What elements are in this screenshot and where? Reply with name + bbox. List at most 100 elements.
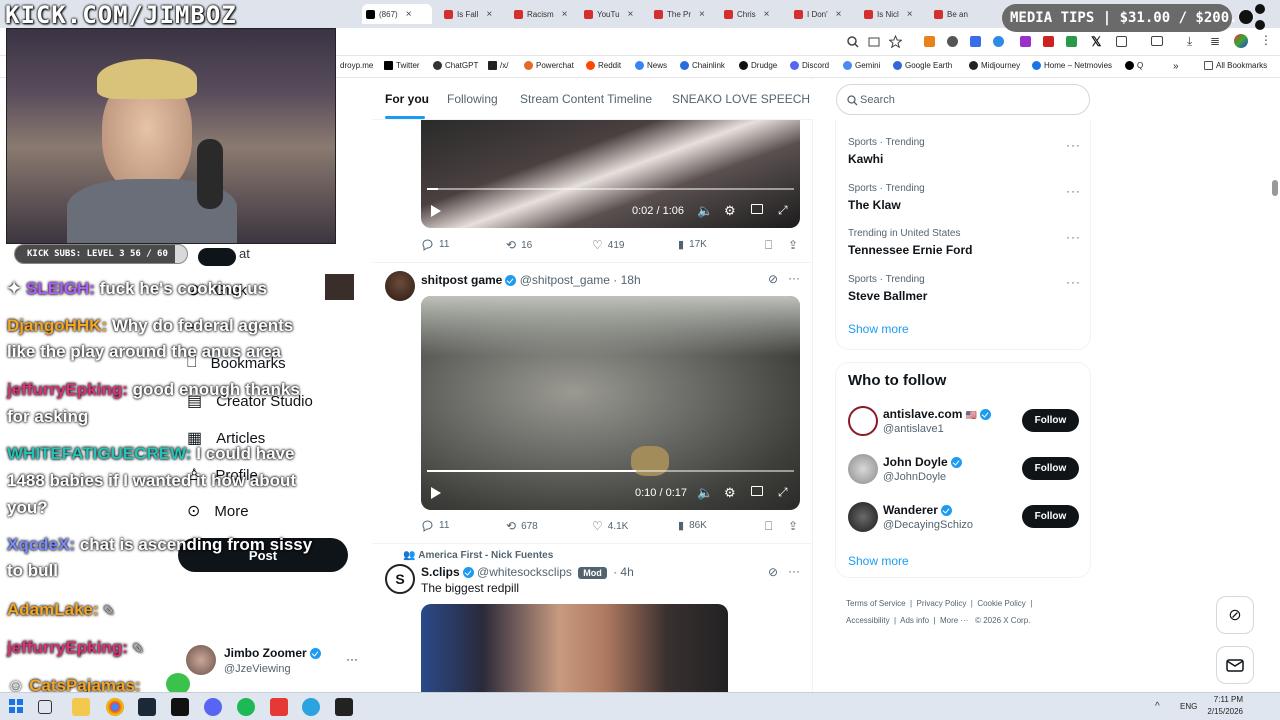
share-icon[interactable]: ⇪ — [788, 519, 798, 533]
bookmark[interactable]: Twitter — [384, 61, 420, 70]
show-more-link[interactable]: Show more — [848, 322, 909, 336]
footer-link[interactable]: More ··· — [940, 616, 968, 625]
bookmark[interactable]: Home – Netmovies — [1032, 61, 1112, 70]
wifi-icon[interactable]: ^ — [1155, 701, 1160, 712]
follow-suggestion[interactable]: John Doyle @JohnDoyle — [883, 455, 962, 483]
metamask-extension-icon[interactable] — [924, 36, 935, 47]
app-icon[interactable] — [335, 698, 353, 716]
video-player[interactable]: 0:02 / 1:06 🔈 ⚙ ⤢ — [421, 120, 800, 228]
follow-button[interactable]: Follow — [1022, 505, 1079, 528]
footer-link[interactable]: Terms of Service — [846, 599, 906, 608]
author-handle[interactable]: @whitesocksclips — [477, 565, 572, 579]
tab[interactable]: Is Nicl × — [860, 4, 928, 24]
language-indicator[interactable]: ENG — [1180, 702, 1197, 711]
avatar[interactable] — [848, 502, 878, 532]
fullscreen-icon[interactable]: ⤢ — [778, 485, 788, 500]
play-icon[interactable] — [431, 205, 441, 217]
more-options-icon[interactable]: ··· — [788, 271, 800, 285]
grok-icon[interactable]: ⊘ — [768, 272, 778, 286]
follow-button[interactable]: Follow — [1022, 409, 1079, 432]
video-progress-bar[interactable] — [427, 470, 794, 472]
show-more-link[interactable]: Show more — [848, 554, 909, 568]
zoom-icon[interactable] — [847, 36, 859, 48]
extension-icon[interactable] — [1043, 36, 1054, 47]
follow-button[interactable]: Follow — [1022, 457, 1079, 480]
fullscreen-icon[interactable]: ⤢ — [778, 203, 788, 218]
bookmark[interactable]: Q — [1125, 61, 1143, 70]
more-options-icon[interactable]: ··· — [1066, 184, 1081, 198]
more-options-icon[interactable]: ··· — [1066, 230, 1081, 244]
trend-item[interactable]: Trending in United States Tennessee Ernie… — [848, 228, 972, 257]
bookmark[interactable]: Discord — [790, 61, 829, 70]
extension-icon[interactable] — [947, 36, 958, 47]
more-options-icon[interactable]: ··· — [788, 564, 800, 578]
chevron-right-icon[interactable]: » — [1173, 61, 1179, 72]
x-extension-icon[interactable]: 𝕏 — [1091, 34, 1101, 50]
profile-avatar-icon[interactable] — [1234, 34, 1248, 48]
windows-start-icon[interactable] — [8, 698, 26, 716]
bookmark[interactable]: Reddit — [586, 61, 621, 70]
play-icon[interactable] — [431, 487, 441, 499]
footer-link[interactable]: Cookie Policy — [977, 599, 1025, 608]
repost-button[interactable]: ⟲ 678 — [506, 519, 538, 533]
bookmark[interactable]: Google Earth — [893, 61, 952, 70]
install-icon[interactable] — [868, 36, 880, 48]
grok-icon[interactable]: ⊘ — [1216, 596, 1254, 634]
clock[interactable]: 7:11 PM 2/15/2026 — [1207, 695, 1243, 716]
picture-in-picture-icon[interactable] — [751, 486, 763, 496]
search-input[interactable]: Search — [836, 84, 1090, 115]
tab[interactable]: The Pr × — [650, 4, 718, 24]
messages-icon[interactable] — [1216, 646, 1254, 684]
download-icon[interactable]: ⤓ — [1187, 34, 1192, 49]
tab[interactable]: Chris × — [720, 4, 788, 24]
avatar[interactable] — [848, 454, 878, 484]
author-name[interactable]: shitpost game — [421, 273, 502, 287]
grok-icon[interactable]: ⊘ — [768, 565, 778, 579]
discord-icon[interactable] — [204, 698, 222, 716]
tab[interactable]: I Don' × — [790, 4, 858, 24]
bookmark[interactable]: Midjourney — [969, 61, 1020, 70]
repost-button[interactable]: ⟲ 16 — [506, 238, 532, 252]
follow-suggestion[interactable]: antislave.com 🇺🇸 @antislave1 — [883, 407, 991, 435]
close-icon[interactable]: × — [628, 9, 634, 20]
tab-for-you[interactable]: For you — [385, 92, 429, 106]
tab[interactable]: YouTu × — [580, 4, 648, 24]
close-icon[interactable]: × — [406, 9, 412, 20]
extension-icon[interactable] — [1066, 36, 1077, 47]
tab-stream-content-timeline[interactable]: Stream Content Timeline — [520, 92, 652, 106]
trend-item[interactable]: Sports · Trending The Klaw — [848, 183, 925, 212]
author-handle[interactable]: @shitpost_game — [520, 273, 610, 287]
avatar[interactable] — [385, 271, 415, 301]
sidepanel-icon[interactable] — [1151, 36, 1163, 46]
steam-icon[interactable] — [138, 698, 156, 716]
footer-link[interactable]: Accessibility — [846, 616, 890, 625]
community-label[interactable]: 👥 America First - Nick Fuentes — [403, 550, 553, 561]
follow-suggestion[interactable]: Wanderer @DecayingSchizo — [883, 503, 973, 531]
bookmark[interactable]: /x/ — [488, 61, 508, 70]
account-switcher[interactable]: Jimbo Zoomer @JzeViewing — [224, 646, 321, 675]
extension-icon[interactable] — [993, 36, 1004, 47]
post-time[interactable]: · 4h — [613, 565, 634, 579]
bookmark[interactable]: All Bookmarks — [1204, 61, 1267, 70]
share-icon[interactable]: ⇪ — [788, 238, 798, 252]
more-options-icon[interactable]: ··· — [1066, 138, 1081, 152]
kebab-menu-icon[interactable]: ⋮ — [1260, 33, 1272, 47]
reply-button[interactable]: 11 — [421, 238, 449, 251]
bookmark[interactable]: ChatGPT — [433, 61, 478, 70]
bookmark-icon[interactable]: ⎕ — [765, 238, 772, 253]
bookmark[interactable]: droyp.me — [340, 61, 373, 70]
close-icon[interactable]: × — [764, 9, 770, 20]
like-button[interactable]: ♡ 419 — [592, 238, 624, 252]
trend-item[interactable]: Sports · Trending Kawhi — [848, 137, 925, 166]
reply-button[interactable]: 11 — [421, 519, 449, 532]
chrome-icon[interactable] — [106, 698, 124, 716]
trend-item[interactable]: Sports · Trending Steve Ballmer — [848, 274, 927, 303]
footer-link[interactable]: Ads info — [900, 616, 929, 625]
bookmark[interactable]: Powerchat — [524, 61, 574, 70]
settings-gear-icon[interactable]: ⚙ — [724, 203, 736, 219]
tab-following[interactable]: Following — [447, 92, 498, 106]
telegram-icon[interactable] — [302, 698, 320, 716]
bookmark-star-icon[interactable] — [889, 35, 902, 48]
post-image[interactable] — [421, 604, 728, 692]
bookmark[interactable]: Drudge — [739, 61, 777, 70]
